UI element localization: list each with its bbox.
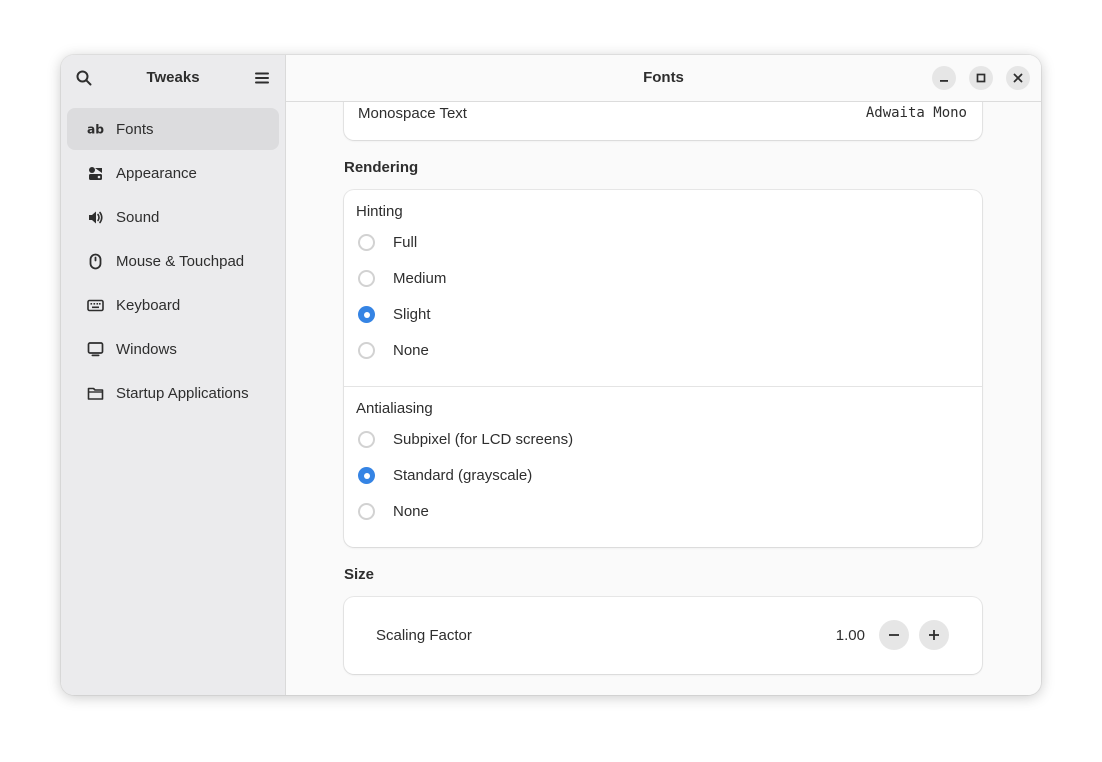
monospace-label: Monospace Text xyxy=(358,105,467,122)
antialiasing-option-standard[interactable]: Standard (grayscale) xyxy=(358,463,532,487)
plus-icon xyxy=(929,630,939,640)
keyboard-icon xyxy=(87,297,104,314)
sidebar-item-keyboard[interactable]: Keyboard xyxy=(67,284,279,326)
minus-icon xyxy=(889,634,899,636)
mouse-icon xyxy=(87,253,104,270)
hinting-option-full[interactable]: Full xyxy=(358,230,417,254)
monospace-font-row[interactable]: Monospace Text Adwaita Mono xyxy=(344,102,982,140)
decrease-button[interactable] xyxy=(879,620,909,650)
scaling-factor-row: Scaling Factor 1.00 xyxy=(344,597,982,674)
sidebar-item-appearance[interactable]: Appearance xyxy=(67,152,279,194)
sidebar-item-label: Keyboard xyxy=(116,296,181,314)
sidebar-item-fonts[interactable]: ab Fonts xyxy=(67,108,279,150)
tweaks-window: Tweaks ab Fonts Appearance Sound Mouse &… xyxy=(61,55,1041,695)
antialiasing-option-none[interactable]: None xyxy=(358,499,429,523)
rendering-card: Hinting Full Medium Slight None Antialia… xyxy=(344,190,982,547)
radio-button-checked[interactable] xyxy=(358,466,375,484)
hinting-option-slight[interactable]: Slight xyxy=(358,302,431,326)
divider xyxy=(344,386,982,387)
minimize-button[interactable] xyxy=(932,66,956,90)
close-icon xyxy=(1013,73,1023,83)
svg-text:ab: ab xyxy=(87,123,104,137)
speaker-icon xyxy=(87,209,104,226)
sidebar-item-windows[interactable]: Windows xyxy=(67,328,279,370)
maximize-icon xyxy=(976,73,986,83)
radio-label: Full xyxy=(393,233,418,251)
antialiasing-title: Antialiasing xyxy=(356,400,433,417)
monospace-font-value[interactable]: Adwaita Mono xyxy=(866,105,967,121)
radio-label: None xyxy=(393,341,429,359)
scaling-factor-label: Scaling Factor xyxy=(376,627,472,644)
scaling-factor-value[interactable]: 1.00 xyxy=(836,627,865,644)
hamburger-menu-icon xyxy=(255,72,269,84)
minimize-icon xyxy=(940,80,948,82)
radio-button[interactable] xyxy=(358,233,375,251)
sidebar-item-label: Sound xyxy=(116,208,160,226)
size-section-title: Size xyxy=(344,566,375,583)
sidebar-item-sound[interactable]: Sound xyxy=(67,196,279,238)
antialiasing-option-subpixel[interactable]: Subpixel (for LCD screens) xyxy=(358,427,573,451)
content-header: Fonts xyxy=(286,55,1041,102)
close-button[interactable] xyxy=(1006,66,1030,90)
sidebar-item-label: Appearance xyxy=(116,164,197,182)
sidebar-item-label: Fonts xyxy=(116,120,154,138)
folder-icon xyxy=(87,385,104,402)
radio-label: Slight xyxy=(393,305,431,323)
radio-button[interactable] xyxy=(358,269,375,287)
radio-button[interactable] xyxy=(358,502,375,520)
sidebar-header: Tweaks xyxy=(61,55,285,101)
sidebar-item-startup-applications[interactable]: Startup Applications xyxy=(67,372,279,414)
main-menu-button[interactable] xyxy=(248,64,276,92)
fonts-icon: ab xyxy=(87,121,104,138)
content-scroll-area[interactable]: Monospace Text Adwaita Mono Rendering Hi… xyxy=(286,102,1041,695)
appearance-icon xyxy=(87,165,104,182)
radio-label: Subpixel (for LCD screens) xyxy=(393,430,574,448)
radio-button-checked[interactable] xyxy=(358,305,375,323)
sidebar-nav: ab Fonts Appearance Sound Mouse & Touchp… xyxy=(67,108,279,416)
radio-button[interactable] xyxy=(358,341,375,359)
sidebar: Tweaks ab Fonts Appearance Sound Mouse &… xyxy=(61,55,286,695)
sidebar-item-mouse-touchpad[interactable]: Mouse & Touchpad xyxy=(67,240,279,282)
hinting-title: Hinting xyxy=(356,203,403,220)
radio-label: Medium xyxy=(393,269,447,287)
rendering-section-title: Rendering xyxy=(344,159,419,176)
radio-label: None xyxy=(393,502,429,520)
maximize-button[interactable] xyxy=(969,66,993,90)
sidebar-item-label: Startup Applications xyxy=(116,384,249,402)
radio-label: Standard (grayscale) xyxy=(393,466,533,484)
radio-button[interactable] xyxy=(358,430,375,448)
page-title: Fonts xyxy=(643,69,684,86)
hinting-option-medium[interactable]: Medium xyxy=(358,266,446,290)
sidebar-item-label: Windows xyxy=(116,340,177,358)
hinting-option-none[interactable]: None xyxy=(358,338,429,362)
monitor-icon xyxy=(87,341,104,358)
content-pane: Fonts Monospace Text Adwaita Mono Render… xyxy=(286,55,1041,695)
increase-button[interactable] xyxy=(919,620,949,650)
sidebar-item-label: Mouse & Touchpad xyxy=(116,252,245,270)
